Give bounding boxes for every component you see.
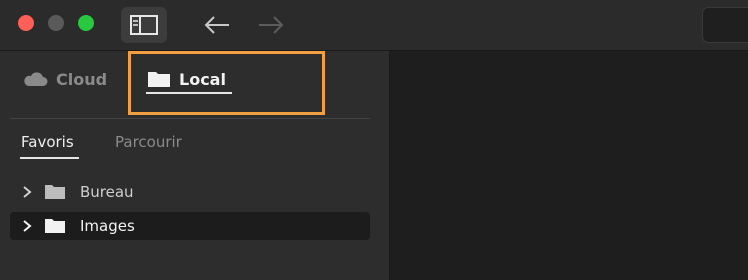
- sidebar: Cloud Local Favoris Parcourir Bureau Ima…: [0, 51, 390, 280]
- tab-favorites-active-indicator: [20, 157, 79, 159]
- tree-item-label: Images: [80, 217, 135, 235]
- tree-item-label: Bureau: [80, 183, 134, 201]
- minimize-window-button[interactable]: [48, 15, 64, 31]
- title-bar: [0, 0, 748, 51]
- tab-cloud[interactable]: Cloud: [22, 61, 107, 97]
- forward-button[interactable]: [256, 12, 286, 38]
- tree-item-images[interactable]: Images: [10, 212, 370, 240]
- folder-icon: [44, 218, 66, 234]
- chevron-right-icon[interactable]: [20, 185, 34, 199]
- chevron-right-icon[interactable]: [20, 219, 34, 233]
- tab-favorites[interactable]: Favoris: [21, 133, 74, 151]
- maximize-window-button[interactable]: [78, 15, 94, 31]
- tab-browse[interactable]: Parcourir: [115, 133, 182, 151]
- highlight-annotation: [128, 51, 325, 115]
- folder-icon: [44, 184, 66, 200]
- cloud-icon: [24, 72, 48, 86]
- back-button[interactable]: [202, 12, 232, 38]
- close-window-button[interactable]: [18, 15, 34, 31]
- arrow-left-icon: [204, 16, 229, 34]
- arrow-right-icon: [259, 16, 284, 34]
- divider: [10, 118, 370, 119]
- sidebar-toggle-icon: [130, 15, 158, 35]
- search-field[interactable]: [702, 7, 748, 43]
- tree-item-bureau[interactable]: Bureau: [10, 178, 370, 206]
- tab-cloud-label: Cloud: [56, 69, 108, 89]
- content-area: [390, 51, 748, 280]
- sidebar-toggle-button[interactable]: [121, 7, 167, 43]
